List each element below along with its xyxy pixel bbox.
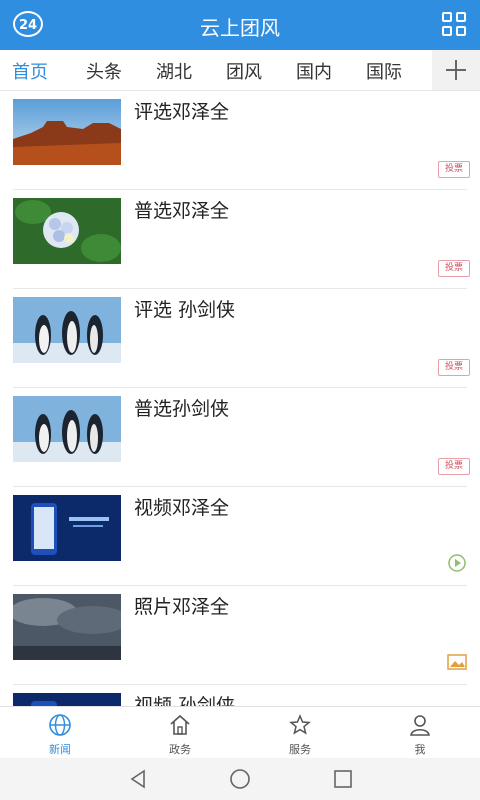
tab-hubei[interactable]: 湖北 <box>156 58 192 84</box>
list-item[interactable]: 评选邓泽全 投票 <box>0 91 480 190</box>
house-icon <box>168 713 192 737</box>
app-header: 24 云上团风 <box>0 0 480 50</box>
list-item[interactable]: 照片邓泽全 <box>0 586 480 685</box>
nav-label: 政务 <box>169 743 191 756</box>
tab-home[interactable]: 首页 <box>12 58 48 84</box>
thumbnail-image <box>13 594 121 660</box>
item-title: 普选孙剑侠 <box>134 398 230 420</box>
item-title: 普选邓泽全 <box>134 200 230 222</box>
list-item[interactable]: 视频邓泽全 <box>0 487 480 586</box>
globe-icon <box>48 713 72 737</box>
thumbnail-image <box>13 99 121 165</box>
list-item[interactable]: 视频 孙剑侠 <box>0 685 480 706</box>
nav-label: 新闻 <box>49 743 71 756</box>
tab-headlines[interactable]: 头条 <box>86 58 122 84</box>
vote-badge: 投票 <box>438 359 470 376</box>
news-list: 评选邓泽全 投票 普选邓泽全 投票 评选 孙剑侠 投票 普选孙剑侠 投票 视频邓… <box>0 91 480 706</box>
vote-badge: 投票 <box>438 458 470 475</box>
tab-international[interactable]: 国际 <box>366 58 402 84</box>
item-title: 视频邓泽全 <box>134 497 230 519</box>
thumbnail-image <box>13 198 121 264</box>
tab-domestic[interactable]: 国内 <box>296 58 332 84</box>
system-navigation-bar <box>0 758 480 800</box>
back-icon[interactable] <box>128 768 150 790</box>
nav-label: 我 <box>414 743 426 756</box>
nav-me[interactable]: 我 <box>380 707 460 759</box>
video-play-icon <box>446 554 468 572</box>
nav-government[interactable]: 政务 <box>140 707 220 759</box>
thumbnail-image <box>13 297 121 363</box>
person-icon <box>408 713 432 737</box>
channel-tabs: 首页 头条 湖北 团风 国内 国际 <box>0 50 480 91</box>
item-title: 评选邓泽全 <box>134 101 230 123</box>
app-title: 云上团风 <box>200 16 280 40</box>
bottom-navigation: 新闻 政务 服务 我 <box>0 706 480 759</box>
thumbnail-image <box>13 396 121 462</box>
tab-tuanfeng[interactable]: 团风 <box>226 58 262 84</box>
vote-badge: 投票 <box>438 260 470 277</box>
recents-icon[interactable] <box>332 768 354 790</box>
home-icon[interactable] <box>229 768 251 790</box>
thumbnail-image <box>13 495 121 561</box>
list-item[interactable]: 评选 孙剑侠 投票 <box>0 289 480 388</box>
star-icon <box>288 713 312 737</box>
nav-label: 服务 <box>289 743 311 756</box>
item-title: 视频 孙剑侠 <box>134 695 236 706</box>
photo-icon <box>446 653 468 671</box>
vote-badge: 投票 <box>438 161 470 178</box>
item-title: 照片邓泽全 <box>134 596 230 618</box>
item-title: 评选 孙剑侠 <box>134 299 236 321</box>
thumbnail-image <box>13 693 121 706</box>
grid-menu-icon[interactable] <box>442 12 468 38</box>
nav-services[interactable]: 服务 <box>260 707 340 759</box>
list-item[interactable]: 普选孙剑侠 投票 <box>0 388 480 487</box>
nav-news[interactable]: 新闻 <box>20 707 100 759</box>
add-channel-button[interactable] <box>432 50 480 90</box>
list-item[interactable]: 普选邓泽全 投票 <box>0 190 480 289</box>
